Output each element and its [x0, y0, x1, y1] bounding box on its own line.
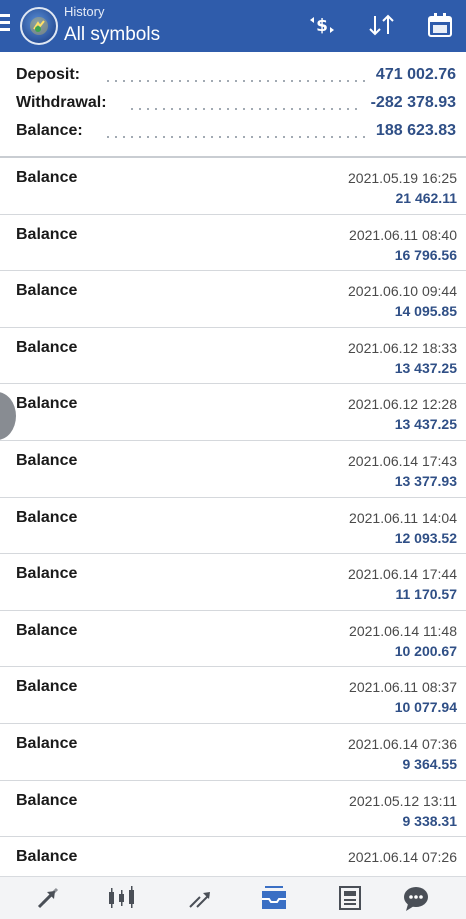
deal-type-label: Balance [16, 169, 78, 186]
deal-amount: 13 437.25 [394, 416, 457, 433]
deal-type-label: Balance [16, 508, 78, 526]
history-row[interactable]: Balance 2021.05.19 16:25 21 462.11 [0, 158, 466, 215]
deal-time: 2021.06.14 07:26 [348, 849, 457, 866]
header-subtitle: History [64, 4, 105, 19]
deal-time: 2021.06.10 09:44 [348, 283, 457, 300]
deal-type-label: Balance [16, 791, 78, 809]
deal-type-label: Balance [16, 451, 78, 469]
deal-type-label: Balance [16, 734, 78, 752]
deal-time: 2021.06.12 18:33 [348, 339, 457, 356]
deal-type-label: Balance [16, 395, 78, 413]
deal-time: 2021.06.14 17:43 [348, 452, 457, 469]
history-list: Balance 2021.05.19 16:25 21 462.11 Balance 2… [0, 158, 466, 894]
deal-type-label: Balance [16, 225, 78, 243]
deal-time: 2021.06.11 14:04 [349, 509, 457, 526]
app-logo [20, 7, 58, 45]
history-row[interactable]: Balance 2021.06.11 08:40 16 796.56 [0, 215, 466, 272]
withdrawal-row: Withdrawal: -282 378.93 [16, 94, 456, 120]
svg-text:$: $ [316, 16, 328, 36]
calendar-icon[interactable] [424, 10, 456, 40]
deal-amount: 16 796.56 [394, 246, 457, 263]
history-summary: Deposit: 471 002.76 Withdrawal: -282 378… [0, 52, 466, 156]
history-row[interactable]: Balance 2021.06.11 14:04 12 093.52 [0, 498, 466, 555]
withdrawal-label: Withdrawal: [16, 94, 107, 111]
dotted-leader [128, 108, 362, 110]
deal-type-label: Balance [16, 282, 78, 300]
deposit-value: 471 002.76 [375, 66, 456, 83]
deal-time: 2021.06.14 17:44 [348, 566, 457, 583]
history-icon[interactable] [256, 883, 292, 915]
history-row[interactable]: Balance 2021.06.14 17:44 11 170.57 [0, 554, 466, 611]
deal-type-label: Balance [16, 565, 78, 583]
deal-time: 2021.06.14 11:48 [349, 622, 457, 639]
deal-type-label: Balance [16, 338, 78, 356]
header-title[interactable]: All symbols [64, 24, 160, 46]
deal-time: 2021.05.12 13:11 [349, 792, 457, 809]
deal-amount: 9 364.55 [402, 755, 458, 772]
deal-amount: 10 200.67 [394, 642, 457, 659]
deal-type-label: Balance [16, 848, 78, 866]
deal-amount: 14 095.85 [394, 303, 457, 320]
app-header: History All symbols $ [0, 0, 466, 52]
deposit-row: Deposit: 471 002.76 [16, 66, 456, 92]
history-row[interactable]: Balance 2021.05.12 13:11 9 338.31 [0, 781, 466, 838]
quotes-icon[interactable] [30, 883, 66, 915]
balance-row: Balance: 188 623.83 [16, 122, 456, 148]
deal-type-label: Balance [16, 621, 78, 639]
balance-label: Balance: [16, 122, 83, 139]
history-row[interactable]: Balance 2021.06.12 18:33 13 437.25 [0, 328, 466, 385]
balance-value: 188 623.83 [375, 122, 456, 139]
deal-amount: 21 462.11 [395, 190, 457, 206]
messages-icon[interactable] [398, 883, 434, 915]
deal-time: 2021.06.11 08:37 [349, 679, 457, 696]
deal-amount: 11 170.57 [395, 586, 457, 603]
withdrawal-value: -282 378.93 [370, 94, 456, 111]
deal-type-label: Balance [16, 678, 78, 696]
news-icon[interactable] [332, 883, 368, 915]
chart-icon[interactable] [104, 883, 140, 915]
menu-icon[interactable] [0, 14, 10, 36]
history-row[interactable]: Balance 2021.06.12 12:28 13 437.25 [0, 384, 466, 441]
history-row[interactable]: Balance 2021.06.11 08:37 10 077.94 [0, 667, 466, 724]
deal-amount: 13 377.93 [394, 472, 457, 489]
history-row[interactable]: Balance 2021.06.14 07:36 9 364.55 [0, 724, 466, 781]
trade-icon[interactable] [182, 883, 218, 915]
deal-amount: 9 338.31 [402, 812, 458, 829]
deal-amount: 13 437.25 [394, 359, 457, 376]
dotted-leader [104, 136, 366, 138]
deal-amount: 12 093.52 [394, 529, 457, 546]
deposit-label: Deposit: [16, 66, 80, 83]
deal-time: 2021.05.19 16:25 [348, 170, 457, 186]
bottom-navigation [0, 876, 466, 919]
dotted-leader [104, 80, 366, 82]
deal-time: 2021.06.14 07:36 [348, 735, 457, 752]
currency-exchange-icon[interactable]: $ [306, 10, 338, 40]
deal-amount: 10 077.94 [394, 699, 457, 716]
sort-icon[interactable] [366, 10, 398, 40]
deal-time: 2021.06.12 12:28 [348, 396, 457, 413]
history-row[interactable]: Balance 2021.06.10 09:44 14 095.85 [0, 271, 466, 328]
history-row[interactable]: Balance 2021.06.14 17:43 13 377.93 [0, 441, 466, 498]
deal-time: 2021.06.11 08:40 [349, 226, 457, 243]
history-row[interactable]: Balance 2021.06.14 11:48 10 200.67 [0, 611, 466, 668]
